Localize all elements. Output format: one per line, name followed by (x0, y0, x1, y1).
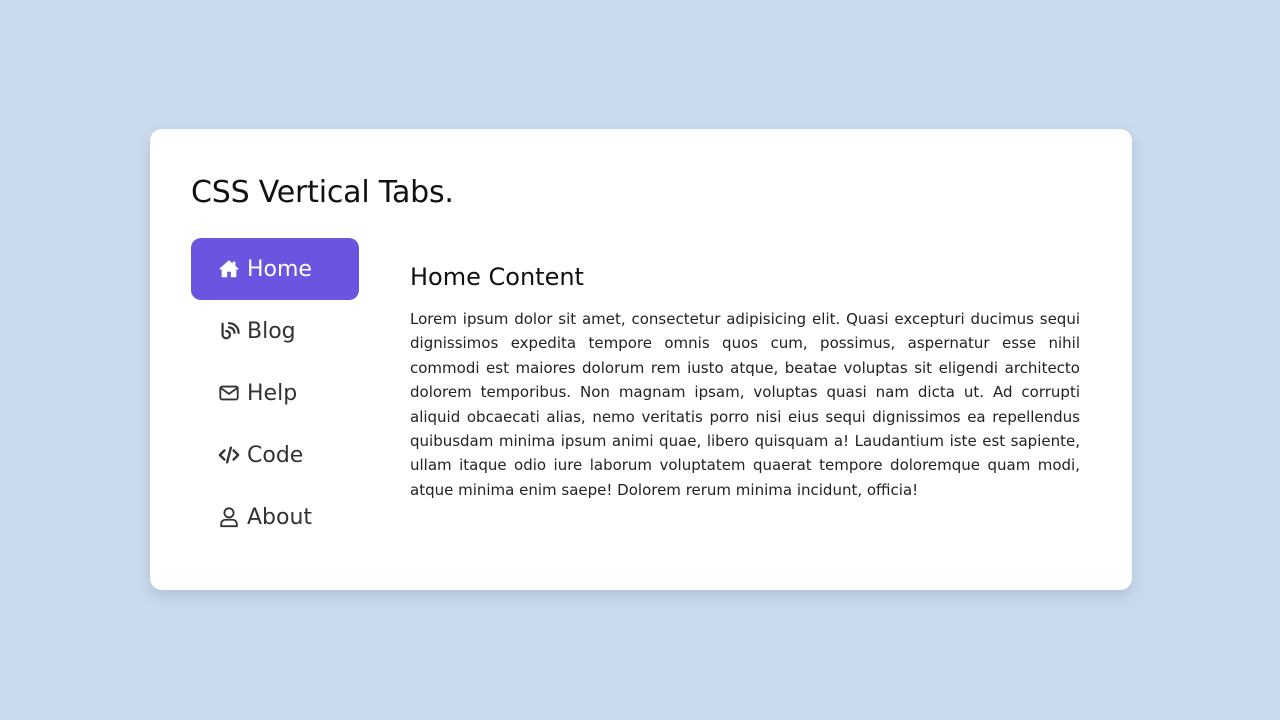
vertical-tab-list: Home Blog Help Code About (191, 238, 359, 548)
page-title: CSS Vertical Tabs. (191, 175, 454, 210)
tab-code[interactable]: Code (191, 424, 359, 486)
home-icon (217, 257, 241, 281)
tab-blog[interactable]: Blog (191, 300, 359, 362)
tab-help[interactable]: Help (191, 362, 359, 424)
tab-content-panel: Home Content Lorem ipsum dolor sit amet,… (410, 263, 1080, 502)
content-body: Lorem ipsum dolor sit amet, consectetur … (410, 310, 1080, 499)
envelope-icon (217, 381, 241, 405)
tabs-card: CSS Vertical Tabs. Home Blog Help Code A… (150, 129, 1132, 590)
content-title: Home Content (410, 263, 584, 291)
tab-about[interactable]: About (191, 486, 359, 548)
tab-label: Help (247, 380, 298, 406)
code-icon (217, 443, 241, 467)
tab-label: Home (247, 256, 312, 282)
tab-label: About (247, 504, 313, 530)
tab-label: Code (247, 442, 304, 468)
blog-icon (217, 319, 241, 343)
tab-label: Blog (247, 318, 296, 344)
tab-home[interactable]: Home (191, 238, 359, 300)
user-icon (217, 505, 241, 529)
